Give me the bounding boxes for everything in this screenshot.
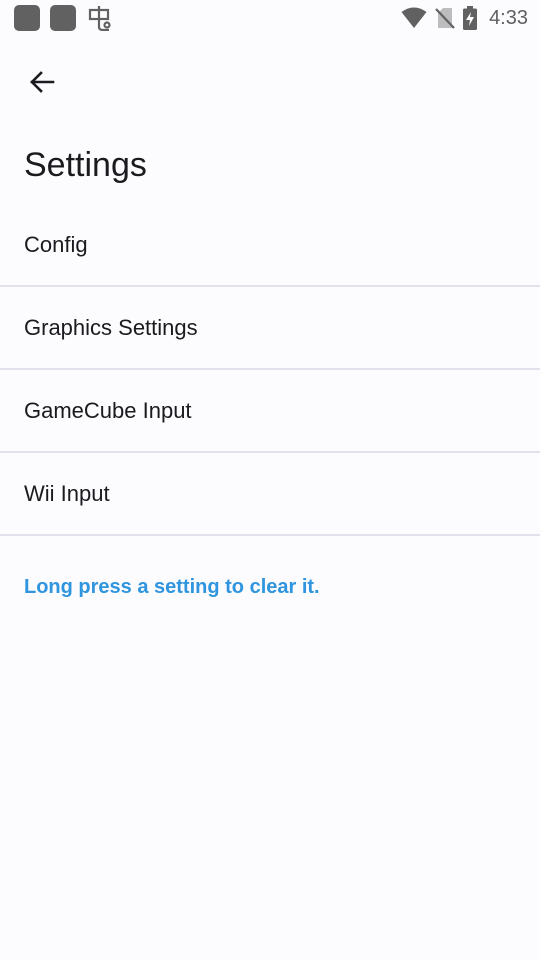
toolbar	[0, 56, 540, 112]
settings-item-label: Wii Input	[24, 480, 110, 506]
status-bar: 4:33	[0, 0, 540, 36]
clear-setting-hint: Long press a setting to clear it.	[24, 576, 320, 598]
status-bar-notifications	[14, 5, 112, 31]
settings-item-graphics-settings[interactable]: Graphics Settings	[0, 287, 540, 370]
settings-list: Config Graphics Settings GameCube Input …	[0, 204, 540, 536]
notification-square-icon	[50, 5, 76, 31]
settings-item-label: Graphics Settings	[24, 314, 198, 340]
status-bar-system: 4:33	[401, 6, 528, 30]
status-bar-clock: 4:33	[489, 6, 528, 29]
settings-item-label: GameCube Input	[24, 397, 192, 423]
notification-square-icon	[14, 5, 40, 31]
settings-item-gamecube-input[interactable]: GameCube Input	[0, 370, 540, 453]
settings-item-config[interactable]: Config	[0, 204, 540, 287]
no-sim-icon	[435, 7, 455, 29]
back-button[interactable]	[18, 60, 66, 108]
wifi-icon	[401, 7, 427, 29]
battery-charging-icon	[463, 6, 478, 30]
settings-screen: 4:33 Settings Config Graphics Settings G…	[0, 0, 540, 960]
settings-item-wii-input[interactable]: Wii Input	[0, 453, 540, 536]
bug-icon	[86, 5, 112, 31]
settings-item-label: Config	[24, 231, 88, 257]
page-title: Settings	[24, 146, 147, 184]
arrow-left-icon	[28, 68, 56, 101]
